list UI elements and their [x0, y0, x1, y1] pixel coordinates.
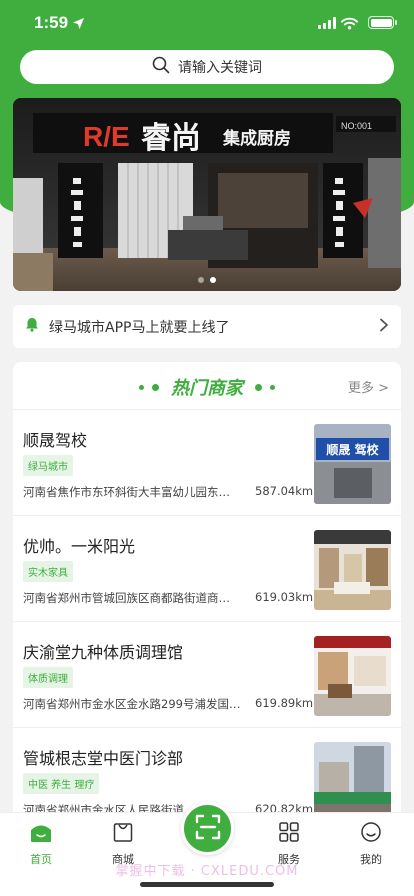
watermark: 掌握中下载 · CXLEDU.COM [115, 864, 299, 879]
scan-icon [195, 814, 221, 844]
merchant-tag: 实木家具 [23, 561, 73, 582]
hot-merchants-section: 热门商家 更多 > 顺晟驾校 绿马城市 河南省焦作市东环斜街大丰富幼儿园东… 5… [13, 362, 401, 832]
merchant-address: 河南省郑州市金水区金水路299号浦发国… [23, 697, 241, 711]
wifi-icon [341, 15, 358, 34]
carousel-indicator [13, 277, 401, 283]
title-dot [152, 383, 159, 391]
chevron-right-icon [379, 317, 389, 336]
announcement-bar[interactable]: 绿马城市APP马上就要上线了 [13, 305, 401, 348]
carousel-dot-active[interactable] [210, 277, 216, 283]
grid-icon [278, 822, 300, 847]
merchant-tag: 中医 养生 理疗 [23, 773, 100, 794]
merchant-address: 河南省郑州市管城回族区商都路街道商… [23, 591, 230, 605]
merchant-distance: 587.04km [255, 484, 314, 498]
title-dot [270, 384, 275, 390]
banner-sign-sub: 集成厨房 [222, 128, 291, 149]
carousel-dot[interactable] [198, 277, 204, 283]
banner-sign-no: NO:001 [341, 121, 372, 131]
merchant-distance: 619.03km [255, 590, 314, 604]
merchant-address: 河南省焦作市东环斜街大丰富幼儿园东… [23, 485, 230, 499]
merchant-thumbnail [314, 530, 391, 610]
status-bar: 1:59 [0, 0, 414, 46]
merchant-tag: 绿马城市 [23, 455, 73, 476]
section-header: 热门商家 更多 > [13, 362, 401, 410]
merchant-name: 优帅。一米阳光 [23, 537, 136, 556]
scan-button[interactable] [181, 802, 234, 855]
status-time: 1:59 [34, 13, 69, 32]
battery-icon [368, 16, 397, 29]
location-arrow-icon [72, 15, 85, 34]
search-placeholder: 请输入关键词 [178, 60, 262, 76]
merchant-name: 顺晟驾校 [23, 431, 88, 450]
bell-icon [25, 317, 39, 336]
section-title-group: 热门商家 [13, 374, 401, 400]
title-dot [255, 383, 262, 391]
more-link[interactable]: 更多 > [348, 377, 389, 396]
banner-sign-name: 睿尚 [141, 121, 201, 156]
merchant-item[interactable]: 顺晟驾校 绿马城市 河南省焦作市东环斜街大丰富幼儿园东… 587.04km 顺晟… [13, 410, 401, 516]
home-indicator [140, 882, 274, 887]
title-dot [139, 384, 144, 390]
cellular-signal-icon [318, 17, 336, 29]
merchant-distance: 619.89km [255, 696, 314, 710]
banner-image: R/E 睿尚 集成厨房 NO:001 [13, 98, 401, 291]
banner-carousel[interactable]: R/E 睿尚 集成厨房 NO:001 [13, 98, 401, 291]
merchant-thumbnail: 顺晟 驾校 [314, 424, 391, 504]
merchant-thumbnail [314, 636, 391, 716]
search-bar[interactable]: 请输入关键词 [20, 50, 394, 84]
section-title: 热门商家 [171, 378, 243, 399]
merchant-item[interactable]: 优帅。一米阳光 实木家具 河南省郑州市管城回族区商都路街道商… 619.03km [13, 516, 401, 622]
merchant-tag: 体质调理 [23, 667, 73, 688]
merchant-item[interactable]: 庆渝堂九种体质调理馆 体质调理 河南省郑州市金水区金水路299号浦发国… 619… [13, 622, 401, 728]
shopping-bag-icon [112, 823, 134, 847]
search-icon [152, 56, 170, 78]
smiley-user-icon [360, 822, 382, 847]
banner-sign-brand: R/E [83, 121, 130, 152]
merchant-thumbnail [314, 742, 391, 822]
merchant-name: 管城根志堂中医门诊部 [23, 749, 184, 768]
home-icon [29, 825, 53, 847]
merchant-name: 庆渝堂九种体质调理馆 [23, 643, 184, 662]
thumbnail-sign: 顺晟 驾校 [326, 442, 379, 457]
announcement-text: 绿马城市APP马上就要上线了 [49, 319, 230, 336]
